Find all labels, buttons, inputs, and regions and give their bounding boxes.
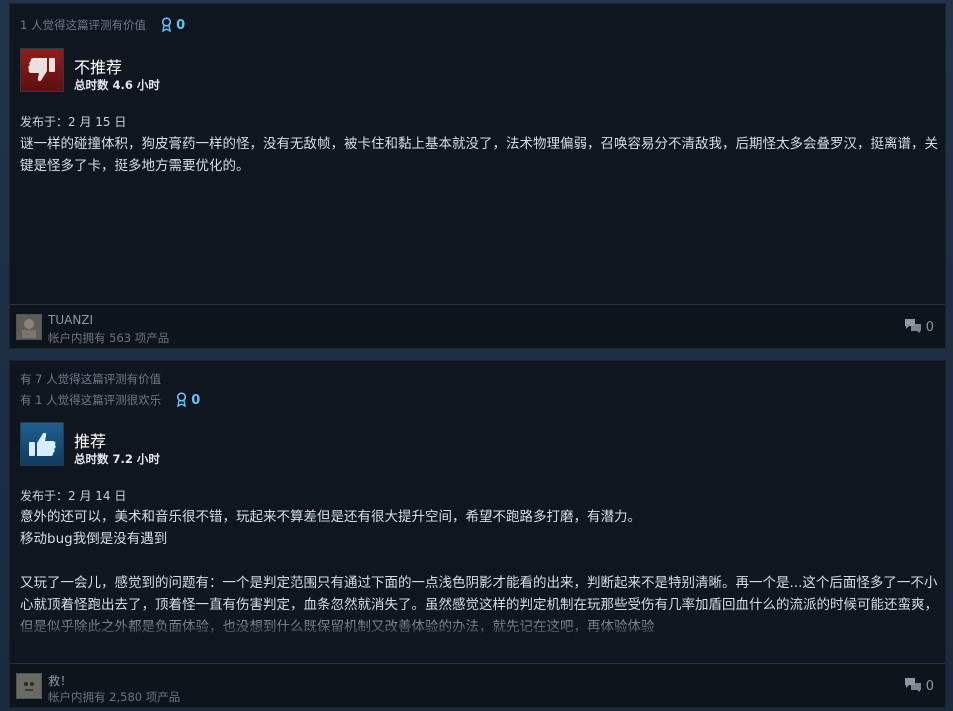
- posted-date: 发布于：2 月 15 日: [20, 115, 127, 129]
- thumbs-down-icon[interactable]: [20, 48, 64, 92]
- hours-played: 总时数 7.2 小时: [74, 452, 160, 466]
- comments-button[interactable]: 0: [904, 677, 934, 696]
- helpful-info: 有 7 人觉得这篇评测有价值 有 1 人觉得这篇评测很欢乐 0: [20, 370, 200, 411]
- award-button[interactable]: 0: [176, 392, 201, 411]
- comments-button[interactable]: 0: [904, 318, 934, 337]
- review-footer: TUANZI 帐户内拥有 563 项产品 0: [10, 304, 945, 348]
- author-name[interactable]: TUANZI: [48, 313, 93, 327]
- helpful-count: 1 人觉得这篇评测有价值: [20, 18, 146, 32]
- comment-count: 0: [925, 320, 934, 335]
- award-count: 0: [176, 18, 186, 33]
- products-owned[interactable]: 帐户内拥有 563 项产品: [48, 330, 169, 346]
- products-owned[interactable]: 帐户内拥有 2,580 项产品: [48, 689, 180, 705]
- verdict-title[interactable]: 推荐: [74, 428, 106, 452]
- thumbs-up-icon[interactable]: [20, 422, 64, 466]
- comment-bubbles-icon: [904, 677, 922, 696]
- review-paragraph: 又玩了一会儿，感觉到的问题有：一个是判定范围只有通过下面的一点浅色阴影才能看的出…: [20, 575, 938, 635]
- hours-played: 总时数 4.6 小时: [74, 78, 160, 92]
- verdict-title[interactable]: 不推荐: [74, 54, 122, 78]
- award-ribbon-icon: [161, 17, 172, 36]
- helpful-info: 1 人觉得这篇评测有价值 0: [20, 14, 185, 36]
- award-count: 0: [191, 393, 201, 408]
- review-card: 有 7 人觉得这篇评测有价值 有 1 人觉得这篇评测很欢乐 0 推荐 总时数 7…: [9, 360, 946, 708]
- helpful-count: 有 7 人觉得这篇评测有价值: [20, 372, 162, 386]
- funny-count: 有 1 人觉得这篇评测很欢乐: [20, 393, 162, 407]
- award-ribbon-icon: [176, 392, 187, 411]
- review-paragraph: 移动bug我倒是没有遇到: [20, 531, 168, 547]
- review-paragraph: 谜一样的碰撞体积，狗皮膏药一样的怪，没有无敌帧，被卡住和黏上基本就没了，法术物理…: [20, 136, 938, 174]
- award-button[interactable]: 0: [161, 17, 186, 36]
- avatar[interactable]: [16, 673, 42, 699]
- avatar[interactable]: [16, 314, 42, 340]
- posted-date: 发布于：2 月 14 日: [20, 489, 127, 503]
- author-name[interactable]: 救！: [48, 672, 72, 689]
- review-text: 意外的还可以，美术和音乐很不错，玩起来不算差但是还有很大提升空间，希望不跑路多打…: [20, 506, 940, 638]
- review-paragraph: 意外的还可以，美术和音乐很不错，玩起来不算差但是还有很大提升空间，希望不跑路多打…: [20, 509, 641, 525]
- review-footer: 救！ 帐户内拥有 2,580 项产品 0: [10, 663, 945, 707]
- review-card: 1 人觉得这篇评测有价值 0 不推荐 总时数 4.6 小时 发布于：2 月 15…: [9, 3, 946, 349]
- review-text: 谜一样的碰撞体积，狗皮膏药一样的怪，没有无敌帧，被卡住和黏上基本就没了，法术物理…: [20, 133, 940, 177]
- comment-count: 0: [925, 679, 934, 694]
- comment-bubbles-icon: [904, 318, 922, 337]
